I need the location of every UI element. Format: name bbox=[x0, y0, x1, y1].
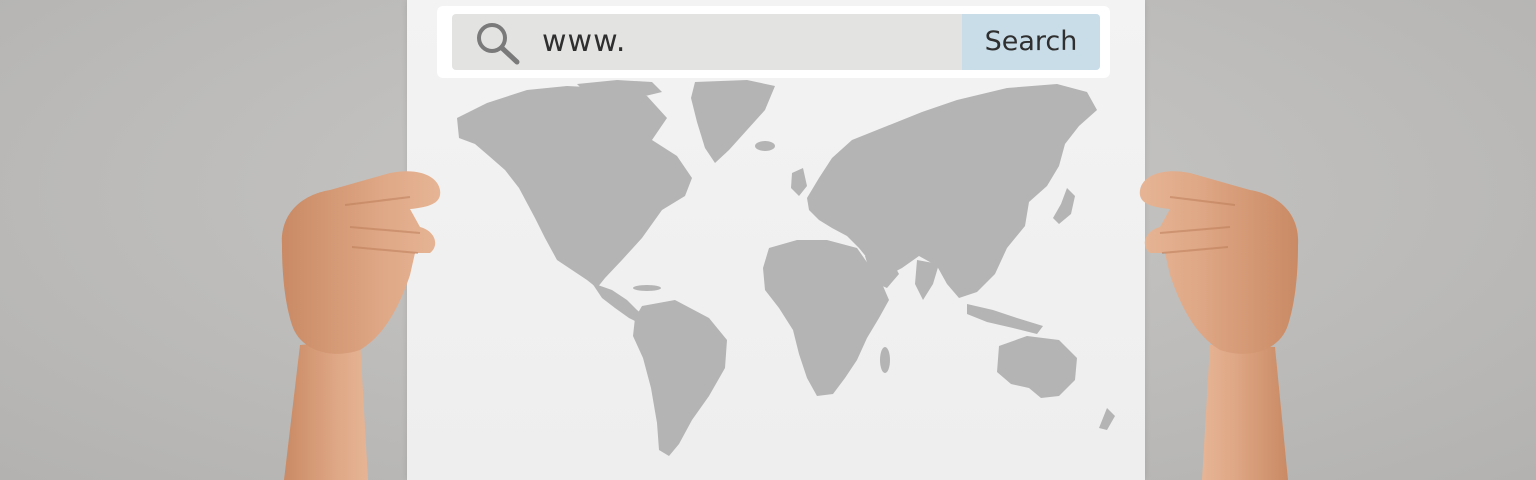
indian-subcontinent bbox=[915, 260, 939, 300]
search-bar: www. Search bbox=[452, 14, 1100, 70]
southeast-asia-islands bbox=[967, 304, 1043, 334]
north-america-landmass bbox=[457, 86, 692, 288]
left-palm bbox=[281, 171, 441, 354]
australia bbox=[997, 336, 1077, 398]
left-hand bbox=[281, 171, 441, 480]
search-frame: www. Search bbox=[437, 6, 1110, 78]
south-america bbox=[633, 300, 727, 456]
search-button[interactable]: Search bbox=[962, 14, 1100, 70]
poster-board: www. Search bbox=[407, 0, 1145, 480]
right-palm bbox=[1139, 171, 1299, 354]
url-input[interactable]: www. bbox=[542, 14, 626, 70]
world-map bbox=[457, 80, 1115, 456]
right-forearm bbox=[1202, 345, 1288, 480]
british-isles bbox=[791, 168, 807, 196]
caribbean-islands bbox=[633, 285, 661, 291]
madagascar bbox=[880, 347, 890, 373]
right-hand bbox=[1139, 171, 1299, 480]
iceland bbox=[755, 141, 775, 151]
search-icon bbox=[472, 19, 524, 67]
left-forearm bbox=[284, 340, 368, 480]
japan bbox=[1053, 188, 1075, 224]
